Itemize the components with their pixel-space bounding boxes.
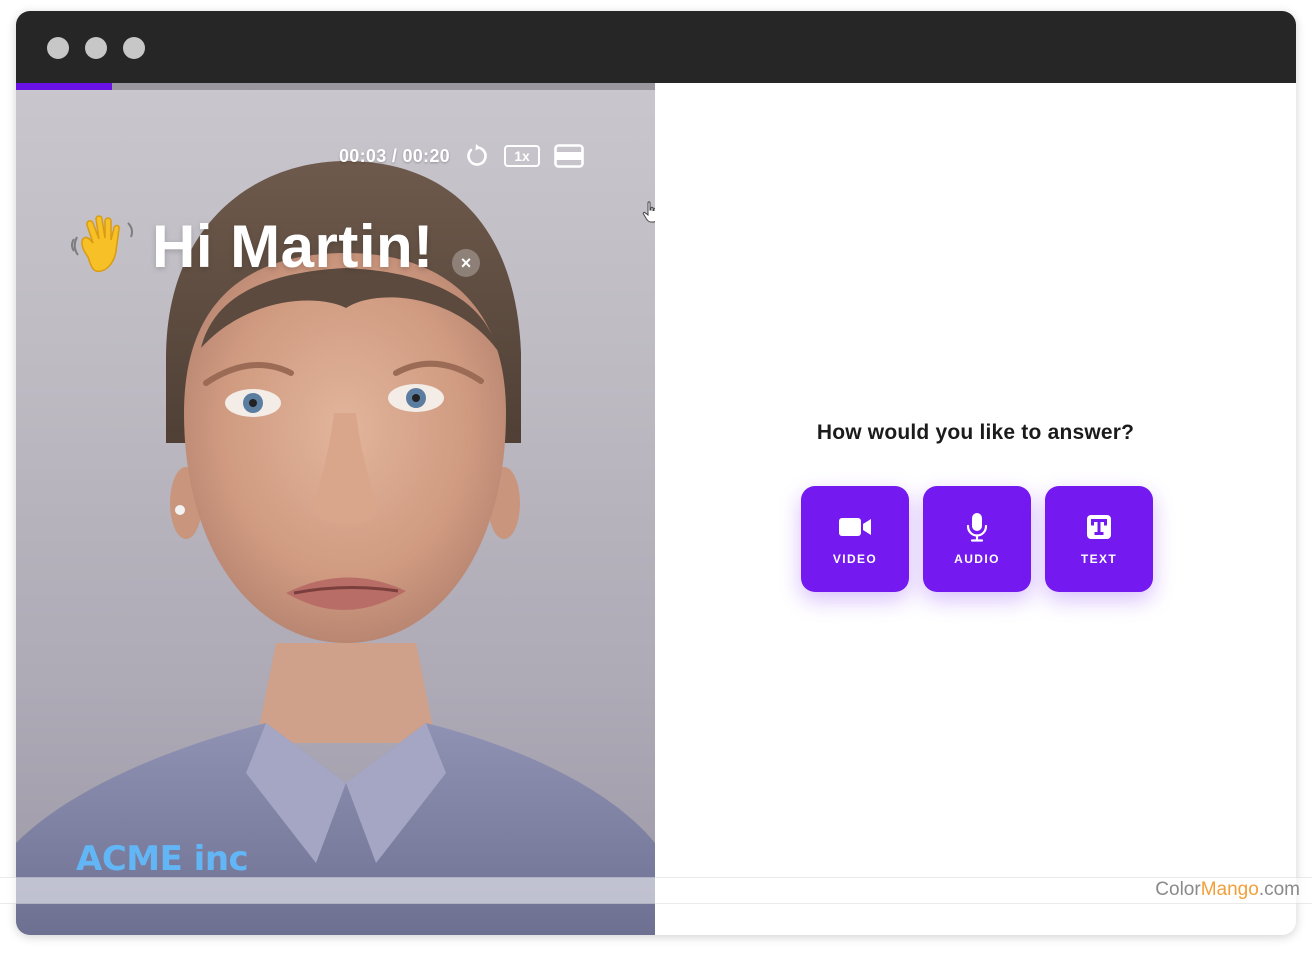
watermark: ColorMango.com [1155,877,1300,902]
answer-audio-label: AUDIO [954,552,1000,566]
answer-text-button[interactable]: TEXT [1045,486,1153,592]
video-progress-track[interactable] [16,83,655,90]
microphone-icon [966,513,988,542]
pointer-cursor-icon [642,201,655,223]
layout-toggle-button[interactable] [554,144,584,168]
watermark-part-1: Color [1155,879,1201,900]
answer-question: How would you like to answer? [816,421,1135,444]
video-controls: 00:03 / 00:20 1x [339,141,584,171]
playback-speed-button[interactable]: 1x [503,145,540,167]
video-player[interactable]: 00:03 / 00:20 1x Hi Martin! × ACME inc [16,83,655,935]
minimize-window-button[interactable] [85,37,107,59]
video-camera-icon [839,518,871,536]
answer-audio-button[interactable]: AUDIO [923,486,1031,592]
close-greeting-button[interactable]: × [452,249,480,277]
replay-icon [467,144,487,166]
answer-text-label: TEXT [1080,552,1118,566]
answer-options: VIDEO AUDIO TEXT [801,486,1153,592]
app-window: 00:03 / 00:20 1x Hi Martin! × ACME inc H… [16,11,1296,935]
title-bar [16,11,1296,83]
answer-video-button[interactable]: VIDEO [801,486,909,592]
greeting-text: Hi Martin! [152,212,434,280]
video-time: 00:03 / 00:20 [339,145,450,166]
company-logo: ACME inc [76,839,249,879]
watermark-band [0,877,1312,904]
video-progress-fill [16,83,112,90]
watermark-part-3: .com [1258,879,1300,900]
text-icon [1087,515,1111,539]
answer-video-label: VIDEO [832,552,878,566]
close-window-button[interactable] [47,37,69,59]
replay-button[interactable] [464,143,490,169]
waving-hand-icon [71,215,133,273]
maximize-window-button[interactable] [123,37,145,59]
layout-icon [554,144,584,168]
watermark-part-2: Mango [1200,879,1259,900]
answer-panel: How would you like to answer? VIDEO AUDI… [655,83,1296,935]
greeting-overlay: Hi Martin! [68,211,434,281]
